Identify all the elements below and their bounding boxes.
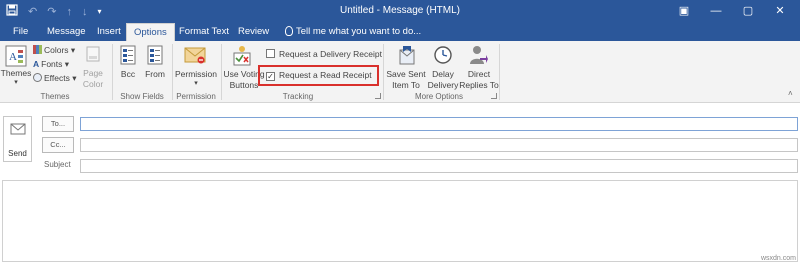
send-icon [10, 123, 26, 135]
close-icon[interactable]: ✕ [764, 3, 796, 19]
bcc-button[interactable]: Bcc [116, 69, 140, 79]
effects-button[interactable]: Effects ▾ [33, 72, 76, 84]
group-label-more-options: More Options [414, 92, 464, 101]
svg-text:A: A [9, 51, 17, 63]
fonts-button[interactable]: A Fonts ▾ [33, 58, 69, 70]
tab-insert[interactable]: Insert [90, 23, 128, 41]
subject-field[interactable] [80, 159, 798, 173]
group-label-themes: Themes [40, 92, 70, 101]
voting-buttons-icon[interactable] [231, 45, 253, 69]
tracking-launcher-icon[interactable] [375, 93, 381, 99]
colors-button[interactable]: Colors ▾ [33, 44, 75, 56]
page-color-icon [86, 46, 100, 64]
colors-icon [33, 45, 42, 54]
themes-dropdown-icon[interactable]: ▾ [0, 78, 32, 88]
ribbon-divider [499, 44, 500, 100]
lightbulb-icon [285, 26, 293, 36]
cc-field[interactable] [80, 138, 798, 152]
save-sent-label-2[interactable]: Item To [386, 80, 426, 90]
subject-label: Subject [44, 160, 71, 169]
window-controls: ▣ — ▢ ✕ [668, 3, 796, 19]
maximize-icon[interactable]: ▢ [732, 3, 764, 19]
tab-format-text[interactable]: Format Text [172, 23, 236, 41]
ribbon-divider [112, 44, 113, 100]
from-button[interactable]: From [143, 69, 167, 79]
to-button[interactable]: To... [42, 116, 74, 132]
themes-icon[interactable]: A [5, 45, 27, 69]
cc-button[interactable]: Cc... [42, 137, 74, 153]
colors-label: Colors [44, 45, 69, 55]
tab-options[interactable]: Options [126, 23, 175, 41]
direct-replies-icon[interactable] [468, 44, 488, 68]
collapse-ribbon-icon[interactable]: ˄ [788, 88, 793, 100]
save-sent-icon[interactable] [397, 44, 417, 68]
save-sent-label-1[interactable]: Save Sent [386, 69, 426, 79]
tab-message[interactable]: Message [40, 23, 93, 41]
delay-delivery-label-2[interactable]: Delivery [425, 80, 461, 90]
tell-me-box[interactable]: Tell me what you want to do... [285, 23, 421, 41]
delivery-receipt-checkbox[interactable]: Request a Delivery Receipt [266, 48, 382, 60]
effects-label: Effects [44, 73, 70, 83]
send-label: Send [8, 149, 27, 158]
ribbon-tabs: File Message Insert Options Format Text … [0, 23, 800, 41]
group-label-tracking: Tracking [282, 92, 314, 101]
page-color-label-1: Page [83, 68, 103, 78]
tab-file[interactable]: File [6, 23, 35, 41]
direct-replies-label-2[interactable]: Replies To [459, 80, 499, 90]
group-label-permission: Permission [176, 92, 216, 101]
minimize-icon[interactable]: — [700, 3, 732, 19]
page-color-label-2: Color [82, 79, 104, 89]
fonts-label: Fonts [41, 59, 63, 69]
ribbon-display-icon[interactable]: ▣ [668, 3, 700, 19]
permission-dropdown-icon[interactable]: ▾ [174, 79, 218, 89]
themes-button[interactable]: Themes [0, 68, 32, 78]
effects-icon [33, 73, 42, 82]
fonts-icon: A [33, 59, 40, 69]
direct-replies-label-1[interactable]: Direct [459, 69, 499, 79]
delivery-receipt-label: Request a Delivery Receipt [279, 49, 382, 59]
ribbon-divider [172, 44, 173, 100]
title-bar: ↶ ↷ ↑ ↓ ▾ Untitled - Message (HTML) ▣ — … [0, 0, 800, 23]
delivery-receipt-check[interactable] [266, 49, 275, 58]
delay-delivery-icon[interactable] [433, 44, 453, 68]
message-body[interactable] [2, 180, 798, 262]
to-field[interactable] [80, 117, 798, 131]
more-options-launcher-icon[interactable] [491, 93, 497, 99]
delay-delivery-label-1[interactable]: Delay [425, 69, 461, 79]
tab-review[interactable]: Review [231, 23, 276, 41]
tell-me-text: Tell me what you want to do... [296, 26, 422, 37]
highlight-box [258, 65, 379, 86]
group-label-show-fields: Show Fields [120, 92, 164, 101]
permission-icon[interactable] [184, 45, 206, 67]
watermark: wsxdn.com [760, 255, 796, 262]
ribbon-divider [383, 44, 384, 100]
bcc-icon[interactable] [120, 45, 136, 67]
from-icon[interactable] [147, 45, 163, 67]
permission-button[interactable]: Permission [174, 69, 218, 79]
